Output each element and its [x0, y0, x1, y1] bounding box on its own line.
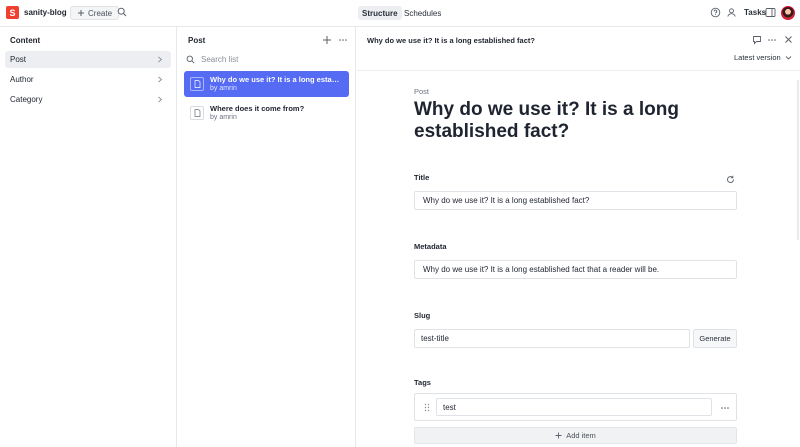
- document-author: by amrin: [210, 85, 237, 92]
- document-item[interactable]: Where does it come from? by amrin: [184, 100, 349, 126]
- tasks-button[interactable]: Tasks: [744, 8, 766, 17]
- add-document-icon[interactable]: [322, 35, 332, 45]
- document-list-pane: Post Why do we use it? It is a long esta…: [178, 27, 356, 447]
- editor-divider: [357, 70, 800, 71]
- plus-icon: [78, 10, 84, 16]
- sidebar-toggle-icon[interactable]: [765, 7, 776, 18]
- content-item-post[interactable]: Post: [5, 51, 171, 68]
- create-button-label: Create: [88, 8, 113, 18]
- document-item[interactable]: Why do we use it? It is a long establish…: [184, 71, 349, 97]
- more-options-icon[interactable]: [767, 35, 777, 45]
- presence-icon[interactable]: [726, 7, 737, 18]
- project-name[interactable]: sanity-blog: [24, 8, 67, 17]
- chevron-right-icon: [158, 76, 163, 83]
- tags-field-label: Tags: [414, 378, 431, 387]
- editor-header-title: Why do we use it? It is a long establish…: [367, 36, 535, 45]
- metadata-input[interactable]: Why do we use it? It is a long establish…: [414, 260, 737, 279]
- comment-icon[interactable]: [752, 35, 762, 45]
- document-type-label: Post: [414, 87, 430, 96]
- create-button[interactable]: Create: [70, 6, 120, 20]
- help-icon[interactable]: [710, 7, 721, 18]
- content-item-category[interactable]: Category: [5, 91, 171, 108]
- content-pane-title: Content: [10, 36, 41, 45]
- tab-schedules[interactable]: Schedules: [400, 6, 445, 20]
- document-icon: [190, 106, 204, 120]
- content-item-label: Post: [10, 55, 27, 64]
- list-pane-title: Post: [188, 36, 206, 45]
- top-navbar: S sanity-blog Create Structure Schedules…: [0, 0, 800, 27]
- title-input[interactable]: Why do we use it? It is a long establish…: [414, 191, 737, 210]
- search-icon: [186, 55, 195, 63]
- more-options-icon[interactable]: [338, 35, 348, 45]
- drag-handle-icon[interactable]: [424, 403, 430, 412]
- slug-input[interactable]: test-title: [414, 329, 690, 348]
- close-icon[interactable]: [784, 35, 793, 44]
- chevron-down-icon: [785, 55, 792, 60]
- document-icon: [190, 77, 204, 91]
- document-title: Where does it come from?: [210, 104, 305, 113]
- title-field-label: Title: [414, 173, 430, 182]
- content-item-label: Category: [10, 95, 43, 104]
- tag-item-input[interactable]: test: [436, 398, 712, 416]
- search-list-input[interactable]: [201, 54, 341, 64]
- version-selector[interactable]: Latest version: [734, 53, 792, 62]
- chevron-right-icon: [158, 56, 163, 63]
- document-author: by amrin: [210, 114, 237, 121]
- user-avatar[interactable]: [781, 6, 795, 20]
- add-item-label: Add item: [566, 431, 596, 440]
- document-title: Why do we use it? It is a long establish…: [210, 75, 342, 84]
- editor-scrollbar[interactable]: [797, 80, 799, 240]
- add-item-button[interactable]: Add item: [414, 427, 737, 444]
- version-label: Latest version: [734, 53, 781, 62]
- more-options-icon[interactable]: [720, 403, 730, 413]
- sanity-logo[interactable]: S: [6, 6, 19, 19]
- document-editor-pane: Why do we use it? It is a long establish…: [357, 27, 800, 447]
- slug-field-label: Slug: [414, 311, 431, 320]
- search-icon[interactable]: [117, 7, 127, 17]
- content-pane: Content Post Author Category: [0, 27, 177, 447]
- content-item-author[interactable]: Author: [5, 71, 171, 88]
- metadata-field-label: Metadata: [414, 242, 447, 251]
- plus-icon: [555, 432, 562, 439]
- content-item-label: Author: [10, 75, 34, 84]
- tags-array: test: [414, 393, 737, 421]
- document-heading: Why do we use it? It is a long establish…: [414, 99, 679, 142]
- refresh-icon[interactable]: [726, 175, 735, 184]
- chevron-right-icon: [158, 96, 163, 103]
- tab-structure[interactable]: Structure: [358, 6, 402, 20]
- search-list: [186, 52, 348, 66]
- generate-slug-button[interactable]: Generate: [693, 329, 737, 348]
